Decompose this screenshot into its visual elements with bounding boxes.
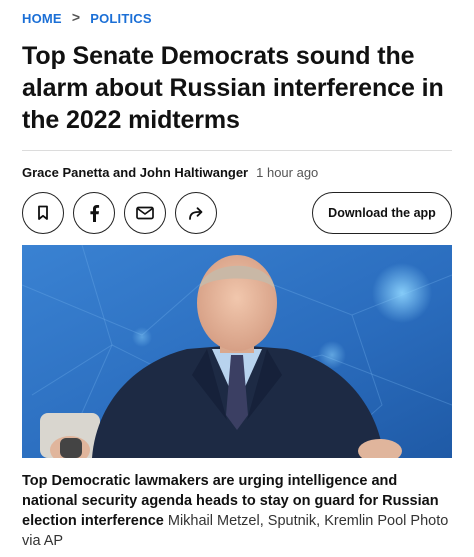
bookmark-icon <box>36 205 50 221</box>
share-button[interactable] <box>175 192 217 234</box>
article-page: HOME > POLITICS Top Senate Democrats sou… <box>0 0 474 557</box>
facebook-icon <box>88 204 100 222</box>
download-app-button[interactable]: Download the app <box>312 192 452 234</box>
share-icon <box>188 206 204 220</box>
facebook-share-button[interactable] <box>73 192 115 234</box>
email-share-button[interactable] <box>124 192 166 234</box>
photo-caption: Top Democratic lawmakers are urging inte… <box>22 471 452 551</box>
breadcrumb-politics-link[interactable]: POLITICS <box>90 11 152 26</box>
byline-authors[interactable]: Grace Panetta and John Haltiwanger <box>22 165 248 180</box>
bookmark-button[interactable] <box>22 192 64 234</box>
article-photo[interactable] <box>22 245 452 458</box>
email-icon <box>136 206 154 220</box>
breadcrumb-home-link[interactable]: HOME <box>22 11 62 26</box>
divider <box>22 150 452 151</box>
breadcrumb: HOME > POLITICS <box>22 9 152 26</box>
byline-timestamp: 1 hour ago <box>256 165 319 180</box>
share-row: Download the app <box>22 192 452 234</box>
breadcrumb-separator: > <box>71 9 81 25</box>
byline: Grace Panetta and John Haltiwanger 1 hou… <box>22 165 318 180</box>
article-headline: Top Senate Democrats sound the alarm abo… <box>22 42 444 134</box>
